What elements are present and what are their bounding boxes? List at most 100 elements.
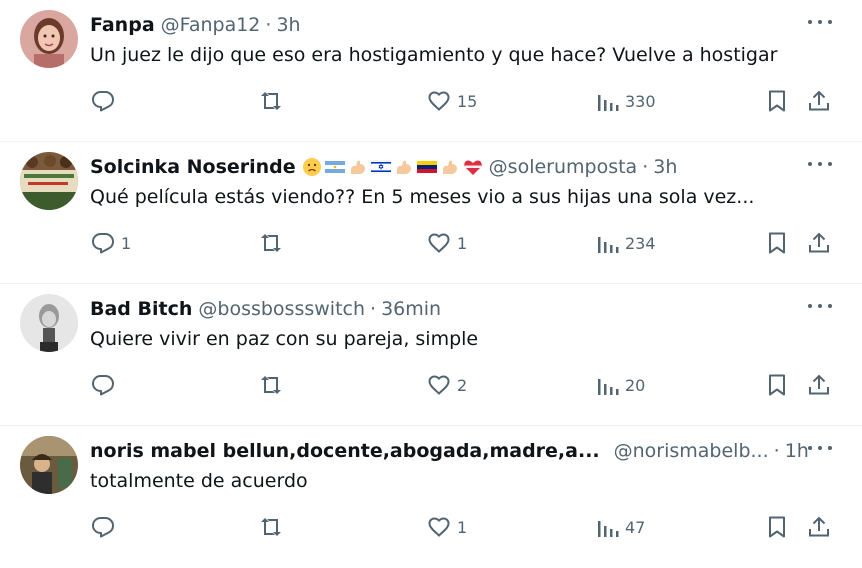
bookmark-button[interactable] xyxy=(765,228,789,258)
display-name[interactable]: Bad Bitch xyxy=(90,298,192,320)
views-button[interactable]: 330 xyxy=(597,86,656,116)
bookmark-button[interactable] xyxy=(765,86,789,116)
reply-button[interactable] xyxy=(91,512,121,542)
like-button[interactable]: 1 xyxy=(427,228,467,258)
views-icon xyxy=(598,379,619,395)
reply-count: 1 xyxy=(121,233,132,253)
reply-icon xyxy=(92,375,114,396)
like-button[interactable]: 2 xyxy=(427,370,467,400)
more-options-icon[interactable] xyxy=(808,18,832,26)
flexed-biceps-icon xyxy=(396,160,411,174)
bookmark-icon xyxy=(769,90,785,112)
tweet-text: Qué película estás viendo?? En 5 meses v… xyxy=(90,186,755,208)
retweet-button[interactable] xyxy=(258,228,290,258)
like-button[interactable]: 15 xyxy=(427,86,477,116)
reply-icon xyxy=(92,517,114,538)
view-count: 20 xyxy=(625,375,646,395)
share-button[interactable] xyxy=(807,512,831,542)
argentina-flag-icon xyxy=(324,161,345,173)
display-name[interactable]: noris mabel bellun,docente,abogada,madre… xyxy=(90,440,600,462)
share-icon xyxy=(809,374,829,395)
like-count: 2 xyxy=(457,375,468,395)
tweet-text: Un juez le dijo que eso era hostigamient… xyxy=(90,44,778,66)
more-options-icon[interactable] xyxy=(808,302,832,310)
timestamp[interactable]: 36min xyxy=(381,298,441,320)
like-button[interactable]: 1 xyxy=(427,512,467,542)
action-bar: 15 330 xyxy=(0,86,862,116)
timestamp[interactable]: 3h xyxy=(276,14,300,36)
share-icon xyxy=(809,90,829,111)
tweet-header: Bad Bitch @bossbossswitch · 36min xyxy=(90,296,441,322)
bookmark-button[interactable] xyxy=(765,370,789,400)
reply-button[interactable]: 1 xyxy=(91,228,131,258)
like-count: 1 xyxy=(457,233,468,253)
views-icon xyxy=(598,237,619,253)
heart-icon xyxy=(428,517,450,537)
display-name[interactable]: Solcinka Noserinde xyxy=(90,156,296,178)
user-handle[interactable]: @bossbossswitch xyxy=(198,298,365,320)
avatar[interactable] xyxy=(20,436,78,494)
frowning-face-icon xyxy=(302,158,321,176)
reply-button[interactable] xyxy=(91,86,121,116)
separator-dot: · xyxy=(642,156,649,178)
action-bar: 2 20 xyxy=(0,370,862,400)
heart-icon xyxy=(428,375,450,395)
timestamp[interactable]: 3h xyxy=(653,156,677,178)
display-name[interactable]: Fanpa xyxy=(90,14,155,36)
tweet-header: Fanpa @Fanpa12 · 3h xyxy=(90,12,301,38)
share-button[interactable] xyxy=(807,86,831,116)
heart-icon xyxy=(428,233,450,253)
user-handle[interactable]: @solerumposta xyxy=(489,156,638,178)
views-button[interactable]: 20 xyxy=(597,370,645,400)
like-count: 1 xyxy=(457,517,468,537)
views-button[interactable]: 234 xyxy=(597,228,656,258)
avatar[interactable] xyxy=(20,294,78,352)
share-button[interactable] xyxy=(807,370,831,400)
views-icon xyxy=(598,95,619,111)
retweet-button[interactable] xyxy=(258,86,290,116)
venezuela-flag-icon xyxy=(416,161,437,173)
more-options-icon[interactable] xyxy=(808,444,832,452)
tweet-text: totalmente de acuerdo xyxy=(90,470,308,492)
tweet[interactable]: Solcinka Noserinde @solerumposta · 3h Qu… xyxy=(0,142,862,284)
israel-flag-icon xyxy=(370,160,391,174)
bookmark-icon xyxy=(769,374,785,396)
view-count: 47 xyxy=(625,517,646,537)
tweet[interactable]: Bad Bitch @bossbossswitch · 36min Quiere… xyxy=(0,284,862,426)
heart-with-ribbon-icon xyxy=(463,160,482,175)
user-handle[interactable]: @Fanpa12 xyxy=(161,14,261,36)
reply-button[interactable] xyxy=(91,370,121,400)
flexed-biceps-icon xyxy=(350,160,365,174)
retweet-icon xyxy=(261,92,281,110)
bookmark-icon xyxy=(769,516,785,538)
tweet[interactable]: noris mabel bellun,docente,abogada,madre… xyxy=(0,426,862,568)
retweet-button[interactable] xyxy=(258,370,290,400)
tweet-header: noris mabel bellun,docente,abogada,madre… xyxy=(90,438,809,464)
reply-icon xyxy=(92,233,114,254)
view-count: 330 xyxy=(625,91,656,111)
more-options-icon[interactable] xyxy=(808,160,832,168)
share-icon xyxy=(809,232,829,253)
retweet-icon xyxy=(261,518,281,536)
share-button[interactable] xyxy=(807,228,831,258)
action-bar: 1 1 234 xyxy=(0,228,862,258)
views-button[interactable]: 47 xyxy=(597,512,645,542)
reply-feed: Fanpa @Fanpa12 · 3h Un juez le dijo que … xyxy=(0,0,862,555)
flexed-biceps-icon xyxy=(442,160,457,174)
tweet-header: Solcinka Noserinde @solerumposta · 3h xyxy=(90,154,677,180)
retweet-icon xyxy=(261,376,281,394)
retweet-button[interactable] xyxy=(258,512,290,542)
reply-icon xyxy=(92,91,114,112)
avatar[interactable] xyxy=(20,10,78,68)
separator-dot: · xyxy=(265,14,272,36)
views-icon xyxy=(598,521,619,537)
tweet-text: Quiere vivir en paz con su pareja, simpl… xyxy=(90,328,479,350)
action-bar: 1 47 xyxy=(0,512,862,542)
avatar[interactable] xyxy=(20,152,78,210)
timestamp[interactable]: 1h xyxy=(785,440,809,462)
view-count: 234 xyxy=(625,233,656,253)
separator-dot: · xyxy=(370,298,377,320)
user-handle[interactable]: @norismabelb... xyxy=(614,440,769,462)
tweet[interactable]: Fanpa @Fanpa12 · 3h Un juez le dijo que … xyxy=(0,0,862,142)
bookmark-button[interactable] xyxy=(765,512,789,542)
